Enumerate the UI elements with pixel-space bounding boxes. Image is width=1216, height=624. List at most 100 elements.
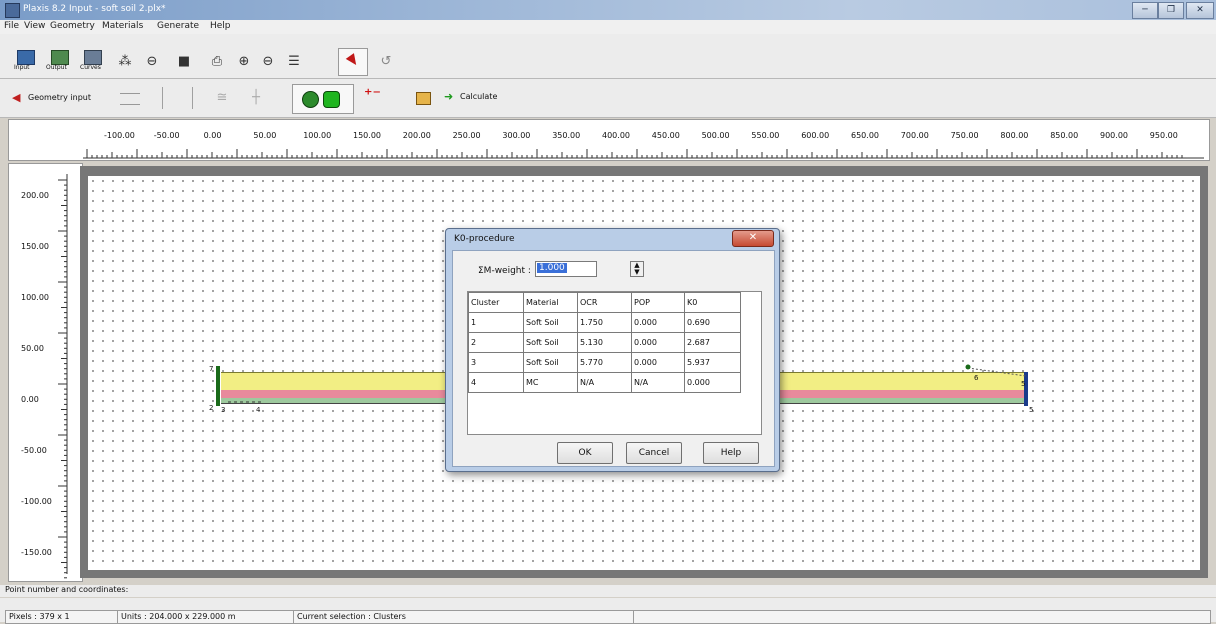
- cell-ocr[interactable]: N/A: [577, 372, 632, 393]
- title-bar: Plaxis 8.2 Input - soft soil 2.plx* ─ ❐ …: [0, 0, 1216, 20]
- back-arrow-icon: ◀: [12, 91, 21, 104]
- cancel-button[interactable]: Cancel: [626, 442, 682, 464]
- cluster-selection-button[interactable]: [292, 84, 354, 114]
- input-program-button[interactable]: Input: [14, 50, 36, 72]
- curves-program-icon: [84, 50, 102, 65]
- main-toolbar: Input Output Curves ⁂ ⊖ ■ ⎙ ⊕ ⊖ ☰ ↺: [0, 34, 1216, 79]
- geometry-point-label: 5: [1021, 380, 1026, 388]
- geometry-point-label: 7: [209, 365, 214, 373]
- dialog-title: K0-procedure: [454, 234, 515, 244]
- table-row[interactable]: 3 Soft Soil 5.770 0.000 5.937: [468, 352, 741, 373]
- menu-generate[interactable]: Generate: [157, 21, 199, 31]
- dialog-close-button[interactable]: ✕: [732, 230, 774, 247]
- menu-view[interactable]: View: [24, 21, 45, 31]
- output-program-label: Output: [46, 64, 67, 71]
- arrow-pointer-icon: [345, 53, 361, 68]
- toolbar-divider: [192, 87, 193, 109]
- cell-ocr[interactable]: 5.130: [577, 332, 632, 353]
- table-icon[interactable]: ☰: [284, 52, 304, 72]
- open-file-icon[interactable]: ⊖: [142, 52, 162, 72]
- cell-ocr[interactable]: 1.750: [577, 312, 632, 333]
- geometry-input-button[interactable]: ◀ Geometry input: [12, 91, 112, 107]
- calculate-button[interactable]: ➜ Calculate: [444, 90, 514, 106]
- table-row[interactable]: 4 MC N/A N/A 0.000: [468, 372, 741, 393]
- new-file-icon[interactable]: ⁂: [115, 52, 135, 72]
- menu-file[interactable]: File: [4, 21, 19, 31]
- column-header-cluster: Cluster: [468, 292, 524, 313]
- status-bar: Pixels : 379 x 1 Units : 204.000 x 229.0…: [0, 598, 1216, 624]
- curves-program-label: Curves: [80, 64, 101, 71]
- k0-cross-icon: ⁺⁻: [364, 85, 381, 104]
- column-header-ocr: OCR: [577, 292, 632, 313]
- table-header-row: Cluster Material OCR POP K0: [468, 292, 741, 313]
- menu-geometry[interactable]: Geometry: [50, 21, 95, 31]
- cell-pop[interactable]: 0.000: [631, 332, 685, 353]
- k0-table: Cluster Material OCR POP K0 1 Soft Soil …: [468, 292, 741, 393]
- column-header-k0: K0: [684, 292, 741, 313]
- table-row[interactable]: 1 Soft Soil 1.750 0.000 0.690: [468, 312, 741, 333]
- app-icon: [5, 3, 20, 18]
- help-button[interactable]: Help: [703, 442, 759, 464]
- selection-tool-button[interactable]: [338, 48, 368, 76]
- cell-cluster: 2: [468, 332, 524, 353]
- closed-boundary-icon[interactable]: ┼: [246, 88, 266, 108]
- ok-button[interactable]: OK: [557, 442, 613, 464]
- mweight-spinner[interactable]: ▲ ▼: [630, 261, 644, 277]
- k0-procedure-button[interactable]: ⁺⁻: [362, 85, 386, 109]
- cell-k0[interactable]: 0.690: [684, 312, 741, 333]
- menu-bar: File View Geometry Materials Generate He…: [0, 20, 1216, 34]
- mode-toolbar: ◀ Geometry input ≅ ┼ ⁺⁻ ➜ Calculate: [0, 79, 1216, 118]
- geometry-point-label: 2: [209, 404, 214, 412]
- zoom-in-icon[interactable]: ⊕: [234, 52, 254, 72]
- window-title: Plaxis 8.2 Input - soft soil 2.plx*: [23, 4, 166, 14]
- geometry-input-label: Geometry input: [28, 93, 92, 102]
- cell-ocr[interactable]: 5.770: [577, 352, 632, 373]
- cell-material: MC: [523, 372, 578, 393]
- minimize-button[interactable]: ─: [1132, 2, 1158, 19]
- cell-cluster: 1: [468, 312, 524, 333]
- point-coordinate-label: Point number and coordinates:: [5, 585, 129, 594]
- column-header-pop: POP: [631, 292, 685, 313]
- dialog-body: ΣM-weight : 1.000 ▲ ▼ Cluster Material OC…: [452, 250, 775, 467]
- cell-material: Soft Soil: [523, 332, 578, 353]
- cell-k0[interactable]: 0.000: [684, 372, 741, 393]
- mweight-input[interactable]: 1.000: [535, 261, 597, 277]
- geometry-point-label: 5: [1029, 406, 1034, 414]
- initial-stress-icon: [323, 91, 340, 108]
- cell-cluster: 4: [468, 372, 524, 393]
- k0-table-container: Cluster Material OCR POP K0 1 Soft Soil …: [467, 291, 762, 435]
- cell-material: Soft Soil: [523, 312, 578, 333]
- close-button[interactable]: ✕: [1186, 2, 1214, 19]
- geometry-point-label: 4: [256, 406, 261, 414]
- phreatic-line-icon[interactable]: ≅: [212, 88, 232, 108]
- curves-program-button[interactable]: Curves: [80, 50, 106, 72]
- output-program-icon: [51, 50, 69, 65]
- save-icon[interactable]: ■: [174, 52, 194, 72]
- geometry-point-label: 3: [221, 406, 226, 414]
- print-icon[interactable]: ⎙: [207, 52, 227, 72]
- cell-pop[interactable]: 0.000: [631, 352, 685, 373]
- undo-icon[interactable]: ↺: [376, 52, 396, 72]
- table-row[interactable]: 2 Soft Soil 5.130 0.000 2.687: [468, 332, 741, 353]
- cell-k0[interactable]: 2.687: [684, 332, 741, 353]
- menu-help[interactable]: Help: [210, 21, 231, 31]
- y-tick-marks: [58, 174, 68, 579]
- geometry-point-label: 6: [974, 374, 979, 382]
- restore-button[interactable]: ❐: [1158, 2, 1184, 19]
- zoom-out-icon[interactable]: ⊖: [258, 52, 278, 72]
- cell-material: Soft Soil: [523, 352, 578, 373]
- mweight-value: 1.000: [537, 263, 567, 273]
- k0-procedure-dialog: K0-procedure ✕ ΣM-weight : 1.000 ▲ ▼ Clus…: [445, 228, 780, 472]
- generate-mesh-icon[interactable]: [416, 92, 431, 105]
- cell-pop[interactable]: 0.000: [631, 312, 685, 333]
- close-icon: ✕: [748, 232, 758, 243]
- menu-materials[interactable]: Materials: [102, 21, 143, 31]
- horizontal-ruler: -100.00 -50.00 0.00 50.00 100.00 150.00 200.00…: [8, 119, 1210, 161]
- cell-pop[interactable]: N/A: [631, 372, 685, 393]
- column-header-material: Material: [523, 292, 578, 313]
- input-program-label: Input: [14, 64, 30, 71]
- output-program-button[interactable]: Output: [46, 50, 72, 72]
- water-level-icon[interactable]: [120, 93, 140, 105]
- cell-k0[interactable]: 5.937: [684, 352, 741, 373]
- initial-pore-pressure-icon: [302, 91, 319, 108]
